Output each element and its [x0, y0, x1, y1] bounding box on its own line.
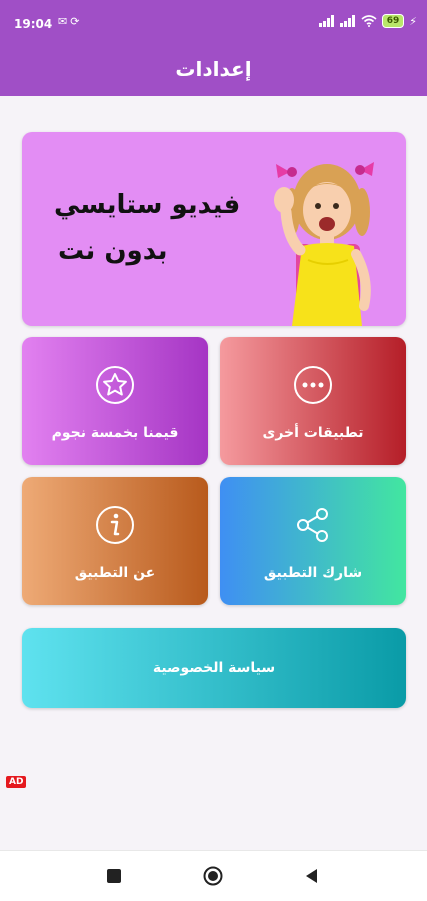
- other-apps-button[interactable]: تطبيقات أخرى: [220, 337, 406, 465]
- banner-title-line2: بدون نت: [58, 236, 168, 266]
- mail-icon: ✉: [58, 15, 71, 28]
- girl-illustration: [274, 162, 374, 326]
- privacy-policy-button[interactable]: سياسة الخصوصية: [22, 628, 406, 708]
- rate-five-stars-button[interactable]: قيمنا بخمسة نجوم: [22, 337, 208, 465]
- app-banner[interactable]: فيديو ستايسي بدون نت: [22, 132, 406, 326]
- banner-title-line1: فيديو ستايسي: [54, 190, 241, 220]
- share-icon: [297, 508, 328, 542]
- page-title: إعدادات: [175, 57, 252, 81]
- status-right-icons: 69 ⚡: [318, 14, 417, 28]
- battery-icon: 69: [381, 14, 405, 28]
- status-bar: 19:04 ✉⟳ 69 ⚡: [0, 0, 427, 42]
- more-icon: [294, 366, 332, 404]
- privacy-label: سياسة الخصوصية: [152, 660, 276, 676]
- signal-icon: [318, 15, 335, 27]
- notification-icons: ✉⟳: [58, 15, 82, 28]
- share-app-button[interactable]: شارك التطبيق: [220, 477, 406, 605]
- star-icon: [96, 366, 134, 404]
- back-icon[interactable]: [302, 866, 322, 886]
- system-nav-bar: [0, 850, 427, 901]
- recents-icon[interactable]: [104, 866, 124, 886]
- sync-icon: ⟳: [70, 15, 83, 28]
- about-app-button[interactable]: عن التطبيق: [22, 477, 208, 605]
- charging-icon: ⚡: [409, 14, 417, 28]
- info-icon: [96, 506, 134, 544]
- other-apps-label: تطبيقات أخرى: [262, 425, 364, 441]
- about-label: عن التطبيق: [74, 565, 156, 581]
- app-bar: إعدادات: [0, 42, 427, 96]
- ad-badge[interactable]: AD: [6, 776, 27, 788]
- rate-label: قيمنا بخمسة نجوم: [51, 425, 179, 441]
- home-icon[interactable]: [203, 866, 223, 886]
- signal-icon: [339, 15, 356, 27]
- wifi-icon: [361, 15, 377, 27]
- status-time: 19:04: [14, 17, 53, 31]
- share-label: شارك التطبيق: [263, 565, 363, 581]
